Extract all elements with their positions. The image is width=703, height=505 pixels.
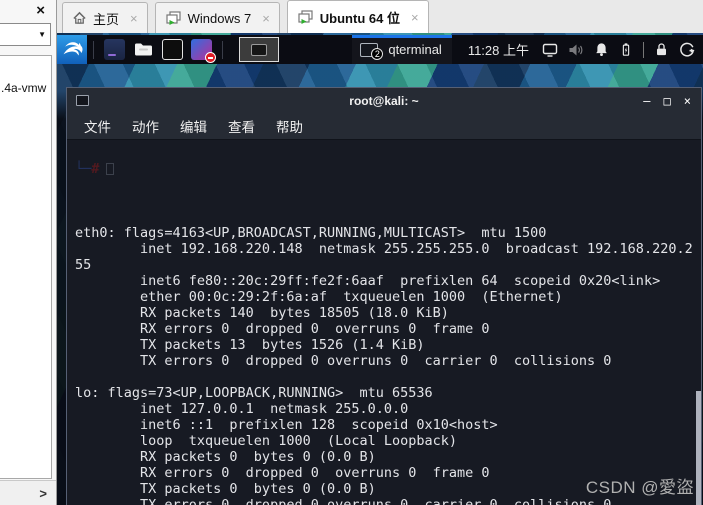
vmware-library-sidebar: × 搜索 ▼ .4a-vmw > <box>0 0 57 505</box>
menu-file[interactable]: 文件 <box>84 116 111 136</box>
terminal-scrollbar-thumb[interactable] <box>696 391 701 505</box>
ghost-cursor <box>106 163 115 175</box>
active-window-button[interactable] <box>239 37 279 62</box>
terminal-output-line: RX packets 0 bytes 0 (0.0 B) <box>75 449 376 465</box>
tab-ubuntu64[interactable]: Ubuntu 64 位 × <box>286 0 429 33</box>
lock-icon[interactable] <box>654 42 669 57</box>
terminal-output-line: lo: flags=73<UP,LOOPBACK,RUNNING> mtu 65… <box>75 385 433 401</box>
tab-windows7[interactable]: Windows 7 × <box>154 2 280 33</box>
terminal-output-line: RX packets 140 bytes 18505 (18.0 KiB) <box>75 305 449 321</box>
panel-separator <box>222 40 223 59</box>
tray-separator <box>643 41 644 58</box>
tab-ubuntu64-label: Ubuntu 64 位 <box>319 10 400 26</box>
terminal-menubar: 文件 动作 编辑 查看 帮助 <box>67 113 701 140</box>
library-vm-item[interactable]: .4a-vmw <box>1 81 46 95</box>
minimize-button[interactable]: – <box>643 94 650 108</box>
terminal-output-line: TX errors 0 dropped 0 overruns 0 carrier… <box>75 353 612 369</box>
terminal-window-icon <box>251 43 267 56</box>
qterminal-icon: 2 <box>360 42 384 60</box>
vm-screen-icon <box>298 9 313 24</box>
terminal-output-line: eth0: flags=4163<UP,BROADCAST,RUNNING,MU… <box>75 225 547 241</box>
tab-home[interactable]: 主页 × <box>62 2 148 33</box>
vm-tabstrip: 主页 × Windows 7 × Ubuntu 64 位 × <box>57 0 703 33</box>
tab-windows7-label: Windows 7 <box>187 10 252 26</box>
terminal-output-line: TX errors 0 dropped 0 overruns 0 carrier… <box>75 497 612 505</box>
library-search-input[interactable]: 搜索 ▼ <box>0 23 51 46</box>
csdn-watermark: CSDN @愛盜 <box>585 478 694 497</box>
terminal-launcher-icon[interactable] <box>162 39 183 60</box>
kali-panel: 2 qterminal 11:28 上午 <box>57 35 703 64</box>
sidebar-bottom-bar: > <box>0 480 56 505</box>
volume-icon[interactable] <box>568 43 584 57</box>
library-vm-list: .4a-vmw <box>0 55 52 479</box>
terminal-output-line: inet 192.168.220.148 netmask 255.255.255… <box>75 241 693 257</box>
panel-separator <box>93 40 94 59</box>
tab-close-icon[interactable]: × <box>130 11 138 26</box>
qterminal-window: root@kali: ~ – □ × 文件 动作 编辑 查看 帮助 eth0: … <box>66 87 702 505</box>
sidebar-close-icon[interactable]: × <box>36 2 45 19</box>
panel-clock[interactable]: 11:28 上午 <box>468 40 529 59</box>
terminal-titlebar[interactable]: root@kali: ~ – □ × <box>67 88 701 113</box>
terminal-output-line: RX errors 0 dropped 0 overruns 0 frame 0 <box>75 321 490 337</box>
display-icon[interactable] <box>542 43 558 57</box>
chevron-down-icon[interactable]: ▼ <box>34 30 50 39</box>
kali-menu-button[interactable] <box>57 35 87 64</box>
screen-recorder-icon[interactable] <box>191 39 216 63</box>
menu-help[interactable]: 帮助 <box>276 116 303 136</box>
vmware-workstation-window: × 搜索 ▼ .4a-vmw > 主页 × <box>0 0 703 505</box>
tab-home-label: 主页 <box>93 11 120 27</box>
app-launcher-window-icon[interactable] <box>104 39 125 60</box>
terminal-output[interactable]: eth0: flags=4163<UP,BROADCAST,RUNNING,MU… <box>67 140 701 505</box>
terminal-output-line: inet6 fe80::20c:29ff:fe2f:6aaf prefixlen… <box>75 273 661 289</box>
ghost-prompt-artifact: └─# <box>75 161 115 177</box>
menu-actions[interactable]: 动作 <box>132 116 159 136</box>
terminal-output-line: inet 127.0.0.1 netmask 255.0.0.0 <box>75 401 409 417</box>
vm-display: 2 qterminal 11:28 上午 root@kali: ~ – □ × … <box>57 33 703 505</box>
close-button[interactable]: × <box>684 94 691 108</box>
sidebar-expand-chevron-icon[interactable]: > <box>39 486 47 501</box>
notification-bell-icon[interactable] <box>594 42 609 57</box>
qterminal-count-badge: 2 <box>371 47 384 60</box>
terminal-output-line: loop txqueuelen 1000 (Local Loopback) <box>75 433 458 449</box>
system-tray <box>542 41 703 58</box>
record-badge-icon <box>205 52 216 63</box>
terminal-output-line: inet6 ::1 prefixlen 128 scopeid 0x10<hos… <box>75 417 498 433</box>
vm-screen-icon <box>166 10 181 25</box>
terminal-output-line: ether 00:0c:29:2f:6a:af txqueuelen 1000 … <box>75 289 563 305</box>
qterminal-task-label: qterminal <box>388 42 442 57</box>
terminal-title: root@kali: ~ <box>349 93 419 108</box>
taskbar-qterminal-button[interactable]: 2 qterminal <box>352 35 453 64</box>
tab-close-icon[interactable]: × <box>411 10 419 25</box>
menu-view[interactable]: 查看 <box>228 116 255 136</box>
file-manager-icon[interactable] <box>133 39 154 60</box>
logout-power-icon[interactable] <box>679 42 695 58</box>
home-icon <box>73 11 86 24</box>
terminal-output-line: TX packets 13 bytes 1526 (1.4 KiB) <box>75 337 425 353</box>
terminal-output-line: 55 <box>75 257 92 273</box>
tab-close-icon[interactable]: × <box>262 11 270 26</box>
library-search-text: 搜索 <box>0 25 34 44</box>
vmware-main-area: 主页 × Windows 7 × Ubuntu 64 位 × 2 qtermin… <box>57 0 703 505</box>
menu-edit[interactable]: 编辑 <box>180 116 207 136</box>
kali-dragon-icon <box>63 41 83 55</box>
battery-icon[interactable] <box>619 42 633 57</box>
maximize-button[interactable]: □ <box>664 94 671 108</box>
